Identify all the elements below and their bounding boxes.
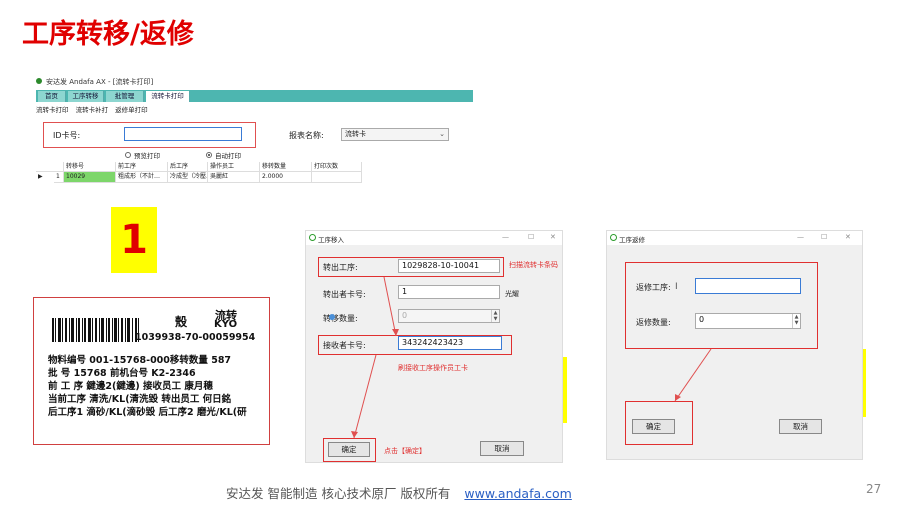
app-icon	[610, 234, 617, 241]
subtab-repair-print[interactable]: 返修单打印	[115, 106, 148, 114]
transfer-grid: 转移号 前工序 后工序 操作员工 移转数量 打印次数 ▶ 1 10029 粗成形…	[36, 162, 376, 183]
chevron-down-icon: ⌄	[439, 130, 445, 138]
maximize-icon[interactable]: ☐	[528, 233, 534, 241]
report-name-select[interactable]: 流转卡 ⌄	[341, 128, 449, 141]
operator-cell[interactable]: 吳麗紅	[208, 172, 260, 183]
dialog-titlebar: 工序移入 — ☐ ✕	[306, 231, 562, 245]
grid-header-cell: 转移号	[64, 162, 116, 172]
dialog-titlebar: 工序返修 — ☐ ✕	[607, 231, 862, 245]
arrow-icon	[351, 276, 399, 439]
minimize-icon[interactable]: —	[797, 233, 804, 241]
grid-header-cell: 打印次数	[312, 162, 362, 172]
tab-card-print[interactable]: 流转卡打印	[146, 91, 190, 102]
label-shell-char: 殼	[175, 315, 188, 329]
grid-header-cell: 前工序	[116, 162, 168, 172]
prev-process-cell[interactable]: 粗成形（不計…	[116, 172, 168, 183]
close-icon[interactable]: ✕	[550, 233, 556, 241]
window-titlebar: 安达发 Andafa AX - [流转卡打印]	[33, 75, 473, 87]
barcode-icon	[52, 318, 139, 342]
label-line: 批 号 15768 前机台号 K2-2346	[48, 368, 196, 379]
app-icon	[36, 78, 42, 84]
footer: 安达发 智能制造 核心技术原厂 版权所有 www.andafa.com	[226, 483, 572, 502]
label-barcode-number: 1039938-70-00059954	[135, 332, 256, 343]
footer-link[interactable]: www.andafa.com	[464, 486, 571, 501]
footer-text: 安达发 智能制造 核心技术原厂 版权所有	[226, 486, 451, 501]
label-kyo-text: KYO	[214, 319, 238, 330]
minimize-icon[interactable]: —	[502, 233, 509, 241]
radio-auto-dot[interactable]	[206, 152, 212, 158]
report-name-label: 报表名称:	[289, 131, 324, 140]
grid-header-cell	[36, 162, 64, 172]
window-title: 安达发 Andafa AX - [流转卡打印]	[46, 78, 154, 86]
tab-process-transfer[interactable]: 工序转移	[68, 91, 104, 102]
label-line: 前 工 序 鍵邊2(鍵邊) 接收员工 康月穗	[48, 381, 213, 392]
dialog-body: 返修工序: I 返修数量: 0 ▲ ▼ 确定 取消	[607, 245, 862, 459]
print-count-cell[interactable]	[312, 172, 362, 183]
flow-card-label: 殼 流转 KYO 1039938-70-00059954 物料编号 001-15…	[33, 297, 270, 445]
close-icon[interactable]: ✕	[845, 233, 851, 241]
report-name-value: 流转卡	[345, 130, 366, 138]
table-row[interactable]: ▶ 1 10029 粗成形（不計… 冷成型（冷壓… 吳麗紅 2.0000	[36, 172, 376, 183]
row-pointer-icon: ▶	[38, 173, 43, 180]
process-transfer-dialog: 工序移入 — ☐ ✕ 转出工序: 1029828-10-10041 扫描流转卡条…	[305, 230, 563, 463]
dialog-title: 工序移入	[318, 236, 344, 244]
subtab-card-reprint[interactable]: 流转卡补打	[76, 106, 109, 114]
page-number: 27	[866, 482, 882, 496]
dialog-title: 工序返修	[619, 236, 645, 244]
label-line: 当前工序 清洗/KL(清洗毀 转出员工 何日銘	[48, 394, 232, 405]
grid-header-cell: 操作员工	[208, 162, 260, 172]
subtab-card-print[interactable]: 流转卡打印	[36, 106, 69, 114]
grid-header-cell: 移转数量	[260, 162, 312, 172]
tab-batch-management[interactable]: 批管理	[106, 91, 144, 102]
arrow-icon	[674, 348, 712, 402]
radio-preview-print[interactable]: 预览打印	[125, 150, 160, 160]
app-icon	[309, 234, 316, 241]
dialog-body: 转出工序: 1029828-10-10041 扫描流转卡条码 转出者卡号: 1 …	[306, 245, 562, 462]
label-line: 物料编号 001-15768-000移转数量 587	[48, 355, 232, 366]
main-tab-bar: 首页 工序转移 批管理 流转卡打印	[36, 90, 473, 102]
maximize-icon[interactable]: ☐	[821, 233, 827, 241]
radio-preview-label: 预览打印	[134, 152, 160, 160]
page-title: 工序转移/返修	[22, 19, 194, 50]
sub-tab-bar: 流转卡打印 流转卡补打 返修单打印	[36, 104, 153, 114]
label-line: 后工序1 滴砂/KL(滴砂毀 后工序2 磨光/KL(研	[48, 407, 247, 418]
tab-home[interactable]: 首页	[38, 91, 66, 102]
radio-preview-dot[interactable]	[125, 152, 131, 158]
radio-auto-print[interactable]: 自动打印	[206, 150, 241, 160]
step-badge-1: 1	[111, 207, 157, 273]
grid-header-row: 转移号 前工序 后工序 操作员工 移转数量 打印次数	[36, 162, 376, 172]
transfer-no-cell[interactable]: 10029	[64, 172, 116, 183]
print-window: 安达发 Andafa AX - [流转卡打印] 首页 工序转移 批管理 流转卡打…	[33, 75, 473, 210]
cursor-icon	[329, 314, 335, 320]
radio-auto-label: 自动打印	[215, 152, 241, 160]
row-number: 1	[54, 172, 64, 183]
process-repair-dialog: 工序返修 — ☐ ✕ 返修工序: I 返修数量: 0 ▲ ▼ 确定 取消	[606, 230, 863, 460]
id-card-label: ID卡号:	[53, 131, 81, 140]
next-process-cell[interactable]: 冷成型（冷壓…	[168, 172, 208, 183]
grid-header-cell: 后工序	[168, 162, 208, 172]
qty-cell[interactable]: 2.0000	[260, 172, 312, 183]
id-card-input[interactable]	[124, 127, 242, 141]
